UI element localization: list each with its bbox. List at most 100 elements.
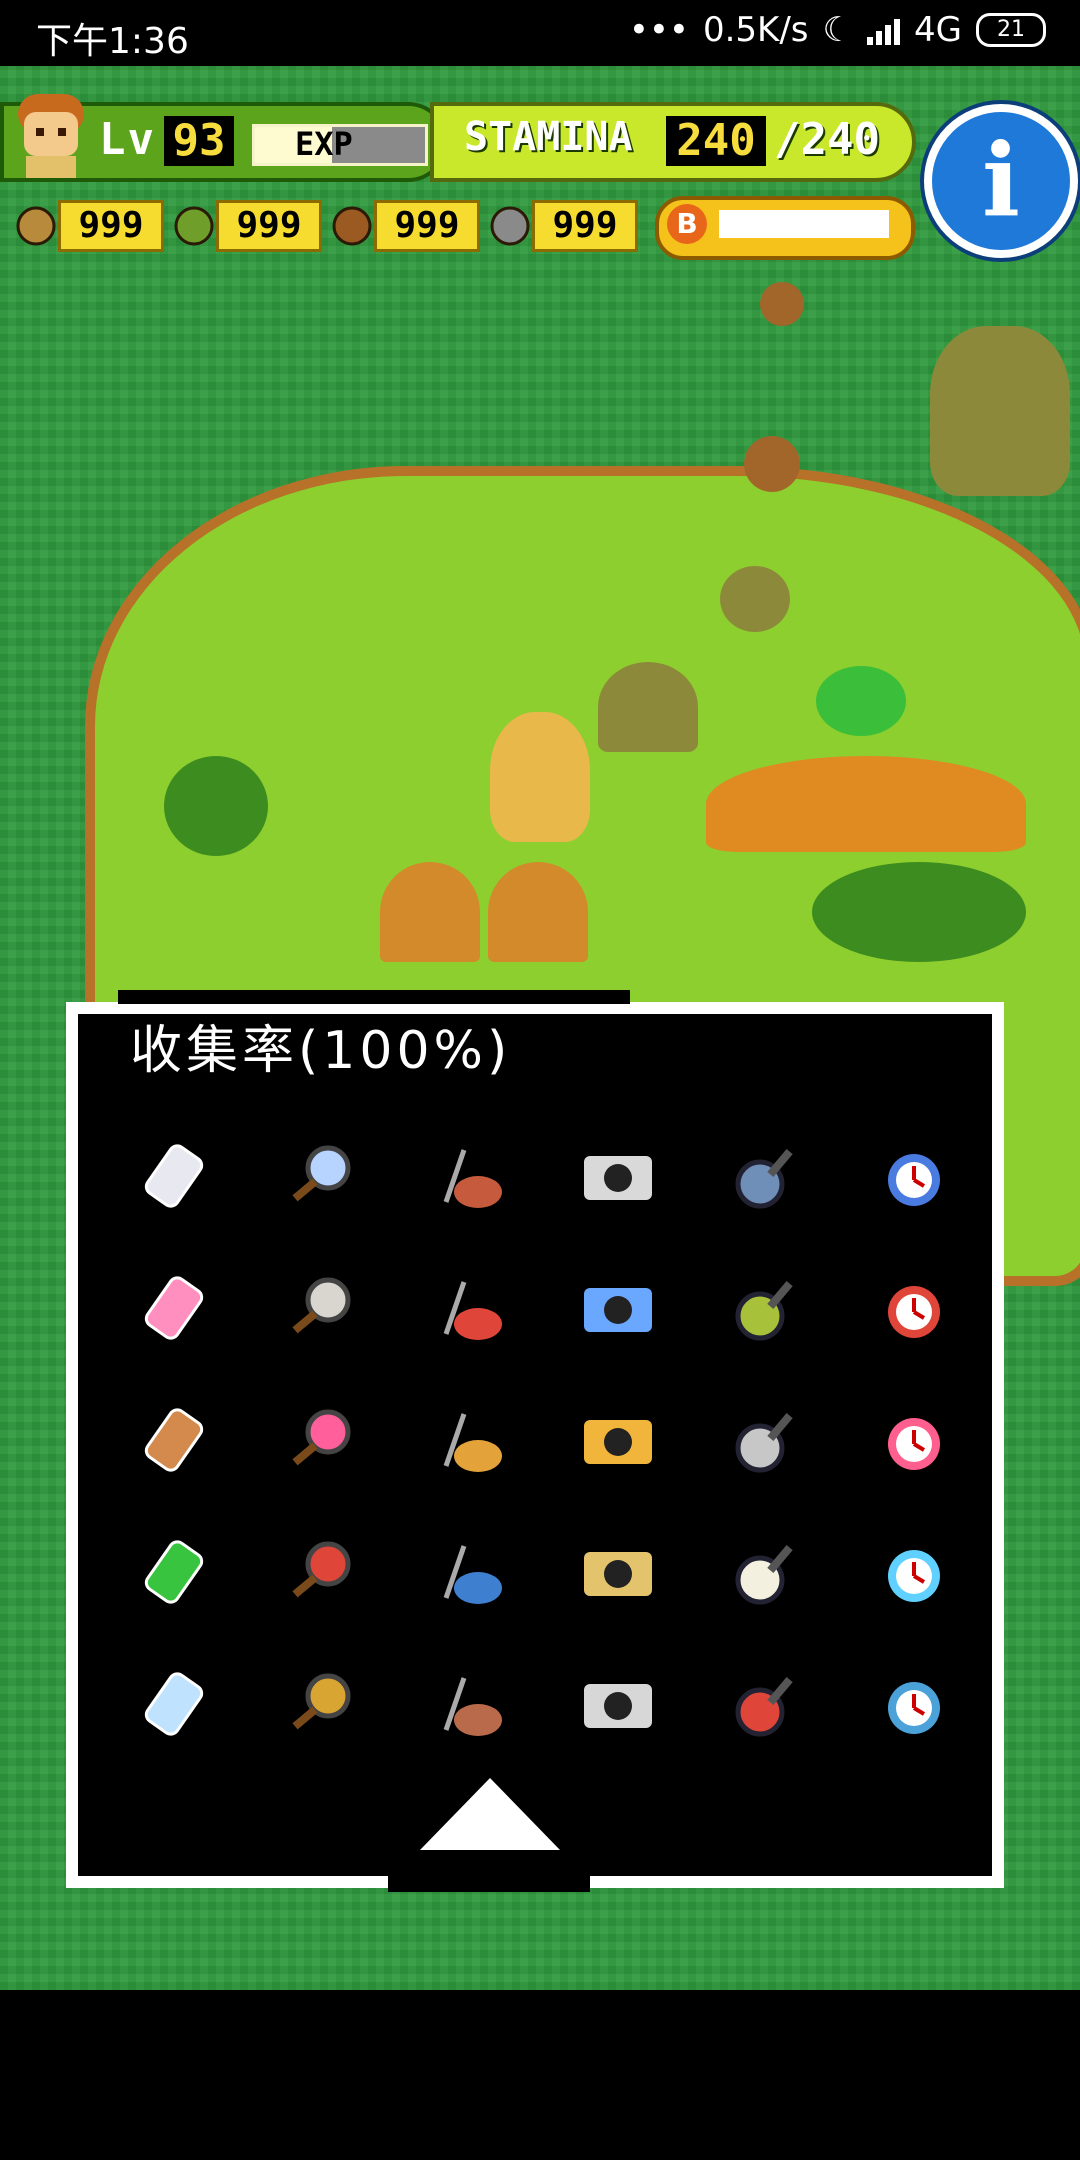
ice-crystal-icon <box>144 1672 204 1736</box>
dots-icon: ••• <box>628 10 689 50</box>
collection-item[interactable] <box>544 1638 692 1770</box>
collection-item[interactable] <box>396 1374 544 1506</box>
camera-icon <box>584 1156 652 1200</box>
gold-book-icon <box>292 1673 351 1730</box>
silver-ring-icon <box>735 1412 793 1473</box>
collection-item[interactable] <box>396 1638 544 1770</box>
collection-item[interactable] <box>692 1374 840 1506</box>
electric-guitar-icon <box>888 1286 940 1338</box>
collection-item[interactable] <box>840 1506 988 1638</box>
info-button[interactable]: i <box>924 104 1078 258</box>
collection-item[interactable] <box>692 1110 840 1242</box>
resource-value: 999 <box>374 200 480 252</box>
collection-item[interactable] <box>692 1638 840 1770</box>
b-gauge: B <box>655 196 915 260</box>
grass-tuft <box>816 666 906 736</box>
collection-item[interactable] <box>544 1374 692 1506</box>
underwear-icon <box>144 1276 204 1340</box>
dirt-mounds <box>706 756 1026 852</box>
status-time: 下午1:36 <box>36 21 189 62</box>
collection-item[interactable] <box>840 1374 988 1506</box>
player-character <box>490 712 590 842</box>
item-grid <box>100 1110 980 1760</box>
stamina-current: 240 <box>666 116 766 166</box>
lightsaber-icon <box>888 1550 940 1602</box>
folding-chair-icon <box>584 1288 652 1332</box>
collection-item[interactable] <box>544 1506 692 1638</box>
hill-small <box>720 566 790 632</box>
bush-right <box>812 862 1026 962</box>
collection-item[interactable] <box>544 1110 692 1242</box>
bush-left <box>164 756 268 856</box>
silver-key-icon <box>584 1684 652 1728</box>
coin-icon <box>584 1420 652 1464</box>
info-icon: i <box>982 121 1020 239</box>
alarm-clock-icon <box>888 1154 940 1206</box>
signal-icon <box>867 15 901 45</box>
resource-value: 999 <box>58 200 164 252</box>
collection-item[interactable] <box>100 1242 248 1374</box>
collection-item[interactable] <box>692 1506 840 1638</box>
panel-bottom-gap <box>388 1876 590 1892</box>
network-speed: 0.5K/s <box>702 10 809 50</box>
collapse-arrow-button[interactable] <box>420 1778 560 1850</box>
status-right: ••• 0.5K/s ☾ 4G 21 <box>629 10 1046 50</box>
collection-item[interactable] <box>100 1110 248 1242</box>
collection-item[interactable] <box>248 1638 396 1770</box>
mountain-right <box>930 326 1070 496</box>
bronze-key-icon <box>443 1677 502 1736</box>
blue-book-icon <box>888 1682 940 1734</box>
player-avatar[interactable] <box>8 86 94 182</box>
vacuum-icon <box>443 1149 502 1208</box>
collection-item[interactable] <box>248 1242 396 1374</box>
hut-right <box>488 862 588 962</box>
rock-small-1 <box>760 282 804 326</box>
handbag-icon <box>292 1541 351 1598</box>
b-gauge-fill <box>719 210 889 238</box>
gem-icon <box>888 1418 940 1470</box>
herb-icon <box>168 198 220 250</box>
collection-item[interactable] <box>840 1638 988 1770</box>
stamina-bar: STAMINA 240 /240 <box>430 102 916 182</box>
collection-item[interactable] <box>840 1242 988 1374</box>
collection-item[interactable] <box>248 1374 396 1506</box>
hill-center <box>598 662 698 752</box>
panel-title-gap <box>118 990 630 1004</box>
hud-top: Lv 93 EXP STAMINA 240 /240 <box>0 98 916 182</box>
stamina-label: STAMINA <box>464 114 633 160</box>
stone-icon <box>484 198 536 250</box>
collection-item[interactable] <box>248 1110 396 1242</box>
nut-icon <box>326 198 378 250</box>
collection-item[interactable] <box>100 1374 248 1506</box>
hut-left <box>380 862 480 962</box>
frying-pan-icon <box>735 1148 793 1209</box>
dynamite-icon <box>735 1676 793 1737</box>
resource-value: 999 <box>216 200 322 252</box>
card-icon <box>443 1545 502 1604</box>
branch-icon <box>10 198 62 250</box>
collection-item[interactable] <box>396 1110 544 1242</box>
magnifier-icon <box>292 1145 351 1202</box>
phone-icon <box>144 1144 204 1208</box>
level-value: 93 <box>164 116 234 166</box>
shirt-icon <box>735 1544 793 1605</box>
collection-item[interactable] <box>692 1242 840 1374</box>
bottom-navbar <box>0 1990 1080 2160</box>
exp-label: EXP <box>295 125 353 163</box>
collection-item[interactable] <box>100 1506 248 1638</box>
piano-icon <box>292 1409 351 1466</box>
collection-item[interactable] <box>396 1242 544 1374</box>
ghost-doll-icon <box>292 1277 351 1334</box>
collection-item[interactable] <box>396 1506 544 1638</box>
status-bar: 下午1:36 ••• 0.5K/s ☾ 4G 21 <box>0 0 1080 66</box>
b-coin-icon: B <box>667 204 707 244</box>
collection-rate-title: 收集率(100%) <box>130 1021 512 1081</box>
collection-item[interactable] <box>248 1506 396 1638</box>
avatar-icon <box>18 94 84 178</box>
moon-icon: ☾ <box>822 10 854 50</box>
tape-icon <box>584 1552 652 1596</box>
collection-item[interactable] <box>840 1110 988 1242</box>
collection-item[interactable] <box>100 1638 248 1770</box>
level-label: Lv <box>99 114 156 165</box>
collection-item[interactable] <box>544 1242 692 1374</box>
